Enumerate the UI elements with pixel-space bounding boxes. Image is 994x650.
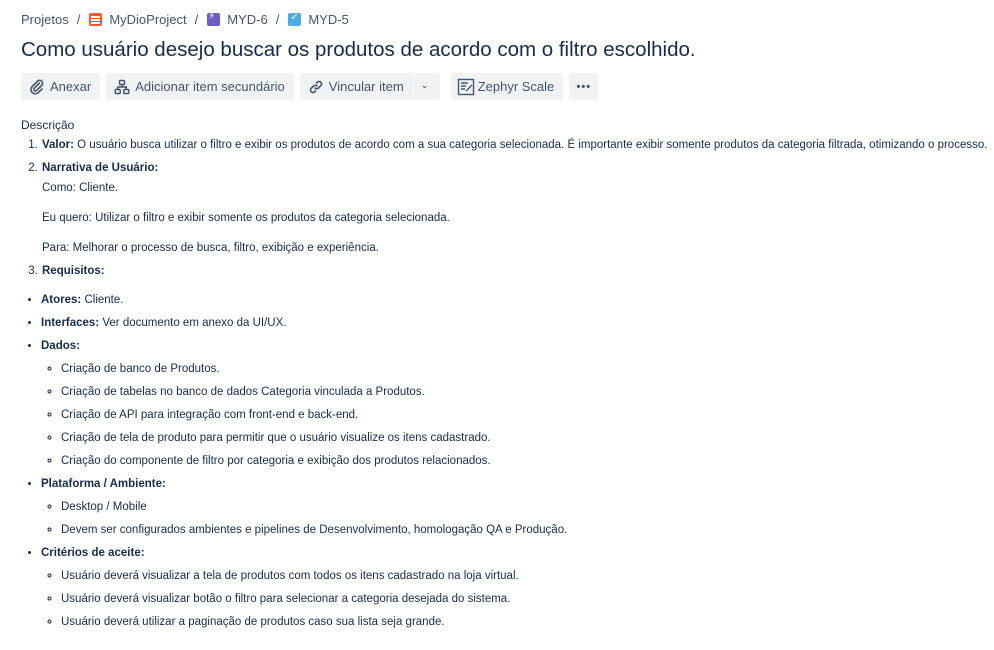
breadcrumb-parent-issue[interactable]: MYD-6: [227, 12, 267, 27]
breadcrumb-projects[interactable]: Projetos: [21, 12, 69, 27]
zephyr-scale-label: Zephyr Scale: [477, 79, 555, 94]
breadcrumb: Projetos / MyDioProject / MYD-6 / MYD-5: [21, 10, 349, 28]
link-item-button[interactable]: Vincular item: [299, 73, 413, 100]
list-item: Atores: Cliente.: [41, 293, 994, 308]
attach-label: Anexar: [50, 79, 92, 94]
link-icon: [309, 80, 323, 93]
actors-heading: Atores:: [41, 294, 82, 306]
requirements-heading: Requisitos:: [42, 265, 105, 277]
more-actions-button[interactable]: •••: [569, 73, 599, 100]
value-heading: Valor:: [42, 139, 74, 151]
list-item: Usuário deverá visualizar a tela de prod…: [61, 569, 994, 584]
list-item: Usuário deverá utilizar a paginação de p…: [61, 615, 994, 630]
list-item: Narrativa de Usuário: Como: Cliente. Eu …: [41, 161, 994, 256]
breadcrumb-separator: /: [76, 11, 81, 27]
description-content[interactable]: Valor: O usuário busca utilizar o filtro…: [21, 138, 994, 638]
platform-sublist: Desktop / Mobile Devem ser configurados …: [41, 500, 994, 538]
more-icon: •••: [576, 80, 592, 93]
list-item: Plataforma / Ambiente: Desktop / Mobile …: [41, 477, 994, 538]
breadcrumb-current-issue[interactable]: MYD-5: [308, 12, 348, 27]
data-heading: Dados:: [41, 340, 80, 352]
zephyr-icon: [457, 78, 474, 95]
breadcrumb-separator: /: [194, 11, 199, 27]
link-item-dropdown-button[interactable]: [413, 73, 440, 100]
list-item: Interfaces: Ver documento em anexo da UI…: [41, 316, 994, 331]
list-item: Critérios de aceite: Usuário deverá visu…: [41, 546, 994, 630]
data-sublist: Criação de banco de Produtos. Criação de…: [41, 362, 994, 469]
requirements-list: Atores: Cliente. Interfaces: Ver documen…: [21, 293, 994, 630]
value-text: O usuário busca utilizar o filtro e exib…: [73, 139, 988, 151]
breadcrumb-project[interactable]: MyDioProject: [109, 12, 186, 27]
acceptance-criteria-heading: Critérios de aceite:: [41, 547, 145, 559]
project-icon: [89, 12, 103, 26]
interfaces-text: Ver documento em anexo da UI/UX.: [99, 317, 287, 329]
acceptance-criteria-sublist: Usuário deverá visualizar a tela de prod…: [41, 569, 994, 630]
description-label: Descrição: [21, 118, 75, 132]
paperclip-icon: [30, 79, 44, 95]
platform-heading: Plataforma / Ambiente:: [41, 478, 166, 490]
description-numbered-list: Valor: O usuário busca utilizar o filtro…: [21, 138, 994, 279]
interfaces-heading: Interfaces:: [41, 317, 100, 329]
actors-text: Cliente.: [81, 294, 124, 306]
hierarchy-icon: [114, 79, 130, 94]
list-item: Criação de tela de produto para permitir…: [61, 431, 994, 446]
narrative-as: Como: Cliente.: [42, 182, 119, 194]
issue-title[interactable]: Como usuário desejo buscar os produtos d…: [21, 38, 696, 62]
list-item: Devem ser configurados ambientes e pipel…: [61, 523, 994, 538]
issue-toolbar: Anexar Adicionar item secundário Vincula…: [21, 73, 604, 100]
list-item: Criação de tabelas no banco de dados Cat…: [61, 385, 994, 400]
breadcrumb-separator: /: [275, 11, 280, 27]
list-item: Criação de banco de Produtos.: [61, 362, 994, 377]
add-child-item-button[interactable]: Adicionar item secundário: [106, 73, 294, 100]
user-narrative-heading: Narrativa de Usuário:: [42, 162, 159, 174]
chevron-down-icon: [422, 85, 427, 88]
link-item-label: Vincular item: [328, 79, 404, 94]
list-item: Requisitos:: [41, 264, 994, 279]
attach-button[interactable]: Anexar: [21, 73, 101, 100]
list-item: Criação de API para integração com front…: [61, 408, 994, 423]
list-item: Desktop / Mobile: [61, 500, 994, 515]
task-icon: [288, 12, 302, 26]
zephyr-scale-button[interactable]: Zephyr Scale: [450, 73, 564, 100]
narrative-so-that: Para: Melhorar o processo de busca, filt…: [42, 242, 379, 254]
list-item: Dados: Criação de banco de Produtos. Cri…: [41, 339, 994, 469]
list-item: Usuário deverá visualizar botão o filtro…: [61, 592, 994, 607]
list-item: Valor: O usuário busca utilizar o filtro…: [41, 138, 994, 153]
list-item: Criação do componente de filtro por cate…: [61, 454, 994, 469]
narrative-want: Eu quero: Utilizar o filtro e exibir som…: [42, 212, 450, 224]
epic-icon: [207, 11, 221, 26]
add-child-item-label: Adicionar item secundário: [135, 79, 285, 94]
